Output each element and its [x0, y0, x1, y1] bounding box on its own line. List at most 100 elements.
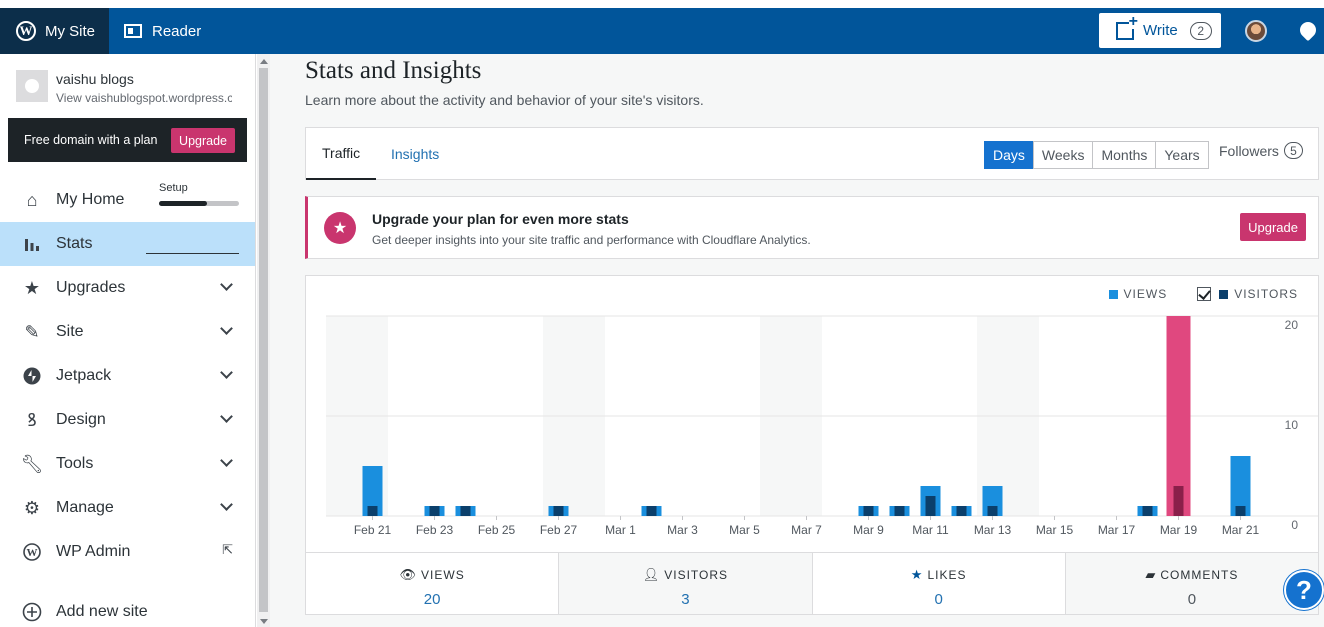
top-bar: W My Site Reader Write 2	[0, 8, 1324, 54]
sidebar-item-jetpack[interactable]: Jetpack	[0, 354, 255, 398]
reader-icon	[124, 24, 142, 38]
y-tick-label: 20	[1285, 318, 1299, 332]
setup-label: Setup	[159, 182, 188, 194]
period-weeks-button[interactable]: Weeks	[1032, 141, 1094, 169]
tab-traffic[interactable]: Traffic	[306, 128, 377, 180]
chevron-down-icon	[220, 454, 233, 467]
chevron-down-icon	[220, 366, 233, 379]
domain-upgrade-button[interactable]: Upgrade	[171, 128, 235, 153]
sidebar-item-tools[interactable]: 🔧︎ Tools	[0, 442, 255, 486]
visitors-bar	[1142, 506, 1153, 516]
visitors-bar	[1173, 486, 1184, 516]
legend-views-label: VIEWS	[1123, 287, 1168, 301]
sidebar-item-label: My Home	[56, 191, 125, 208]
my-site-button[interactable]: W My Site	[0, 8, 109, 54]
x-tick-label: Mar 11	[912, 523, 949, 537]
visitors-bar	[553, 506, 564, 516]
summary-comments[interactable]: ▰ COMMENTS 0	[1064, 553, 1318, 614]
sidebar-item-label: Site	[56, 323, 84, 340]
reader-button[interactable]: Reader	[124, 8, 201, 54]
scroll-up-icon[interactable]	[260, 59, 268, 64]
site-card[interactable]: vaishu blogs View vaishublogspot.wordpre…	[0, 54, 255, 116]
wrench-icon: 🔧︎	[20, 453, 44, 474]
upgrade-notice: ★ Upgrade your plan for even more stats …	[305, 196, 1319, 259]
write-label: Write	[1143, 22, 1178, 39]
jetpack-icon	[22, 366, 42, 386]
x-tick-label: Mar 19	[1160, 523, 1198, 537]
sidebar-item-label: Tools	[56, 455, 94, 472]
scrollbar-thumb[interactable]	[259, 68, 268, 612]
chevron-down-icon	[220, 278, 233, 291]
x-tick-label: Feb 23	[416, 523, 454, 537]
visitors-bar	[429, 506, 440, 516]
x-tick-label: Feb 27	[540, 523, 578, 537]
sidebar-item-add-new-site[interactable]: Add new site	[0, 590, 255, 627]
sidebar-item-my-home[interactable]: ⌂ My Home Setup	[0, 178, 255, 222]
visitors-bar	[987, 506, 998, 516]
summary-label: VISITORS	[664, 568, 729, 582]
stats-sparkline	[146, 242, 239, 254]
chevron-down-icon	[220, 410, 233, 423]
wordpress-icon: W	[22, 542, 42, 562]
sidebar-item-design[interactable]: ꝸ Design	[0, 398, 255, 442]
domain-banner-text: Free domain with a plan	[24, 133, 158, 147]
write-button[interactable]: Write 2	[1099, 13, 1221, 48]
site-name: vaishu blogs	[56, 71, 134, 87]
site-url-link[interactable]: View vaishublogspot.wordpress.com	[56, 91, 232, 105]
chart-legend: VIEWS VISITORS	[1108, 287, 1298, 301]
x-tick-label: Mar 13	[974, 523, 1012, 537]
visitors-bar	[925, 496, 936, 516]
summary-label: VIEWS	[421, 568, 465, 582]
visitors-bar	[863, 506, 874, 516]
sidebar: vaishu blogs View vaishublogspot.wordpre…	[0, 54, 256, 627]
summary-likes[interactable]: ★ LIKES 0	[811, 553, 1065, 614]
person-icon: 👤︎	[642, 567, 661, 582]
sidebar-item-label: Upgrades	[56, 279, 126, 296]
visitors-swatch	[1219, 289, 1229, 299]
sidebar-item-stats[interactable]: Stats	[0, 222, 255, 266]
summary-value: 20	[423, 591, 441, 608]
design-icon: ꝸ	[27, 410, 37, 430]
summary-value: 0	[934, 591, 943, 608]
summary-visitors[interactable]: 👤︎ VISITORS 3	[558, 553, 812, 614]
scroll-down-icon[interactable]	[260, 619, 268, 624]
eye-icon: 👁︎	[399, 567, 418, 582]
sidebar-item-upgrades[interactable]: ★ Upgrades	[0, 266, 255, 310]
pencil-icon: ✎	[24, 321, 40, 342]
y-tick-label: 10	[1285, 418, 1299, 432]
sidebar-item-manage[interactable]: ⚙ Manage	[0, 486, 255, 530]
help-button[interactable]: ?	[1284, 570, 1324, 610]
visitors-checkbox[interactable]	[1197, 287, 1212, 301]
upgrade-button[interactable]: Upgrade	[1240, 213, 1306, 241]
sidebar-item-site[interactable]: ✎ Site	[0, 310, 255, 354]
period-months-button[interactable]: Months	[1092, 141, 1157, 169]
sidebar-item-label: Jetpack	[56, 367, 112, 384]
chevron-down-icon	[220, 322, 233, 335]
free-domain-banner[interactable]: Free domain with a plan Upgrade	[8, 118, 247, 162]
svg-text:W: W	[27, 547, 38, 559]
visitors-bar	[894, 506, 905, 516]
period-years-button[interactable]: Years	[1155, 141, 1209, 169]
notifications-bell-icon[interactable]	[1296, 18, 1320, 42]
x-tick-label: Mar 21	[1222, 523, 1260, 537]
upgrade-notice-description: Get deeper insights into your site traff…	[372, 233, 811, 247]
reader-label: Reader	[152, 22, 202, 40]
x-tick-label: Mar 7	[791, 523, 822, 537]
x-tick-label: Mar 5	[729, 523, 760, 537]
sidebar-nav: ⌂ My Home Setup Stats ★ Upgrades ✎ Site	[0, 178, 255, 627]
visitors-bar	[367, 506, 378, 516]
home-icon: ⌂	[26, 189, 38, 210]
sidebar-scrollbar[interactable]	[257, 54, 270, 627]
avatar[interactable]	[1245, 20, 1267, 42]
followers-link[interactable]: Followers 5	[1219, 142, 1303, 159]
x-tick-label: Mar 9	[853, 523, 884, 537]
summary-label: COMMENTS	[1160, 568, 1239, 582]
stats-icon	[22, 234, 42, 254]
external-link-icon: ⇱	[222, 542, 233, 557]
sidebar-item-wp-admin[interactable]: W WP Admin ⇱	[0, 530, 255, 574]
visitors-bar	[646, 506, 657, 516]
period-days-button[interactable]: Days	[984, 141, 1034, 169]
tab-insights[interactable]: Insights	[376, 128, 454, 180]
visitors-bar	[1235, 506, 1246, 516]
summary-views[interactable]: 👁︎ VIEWS 20	[306, 553, 558, 614]
